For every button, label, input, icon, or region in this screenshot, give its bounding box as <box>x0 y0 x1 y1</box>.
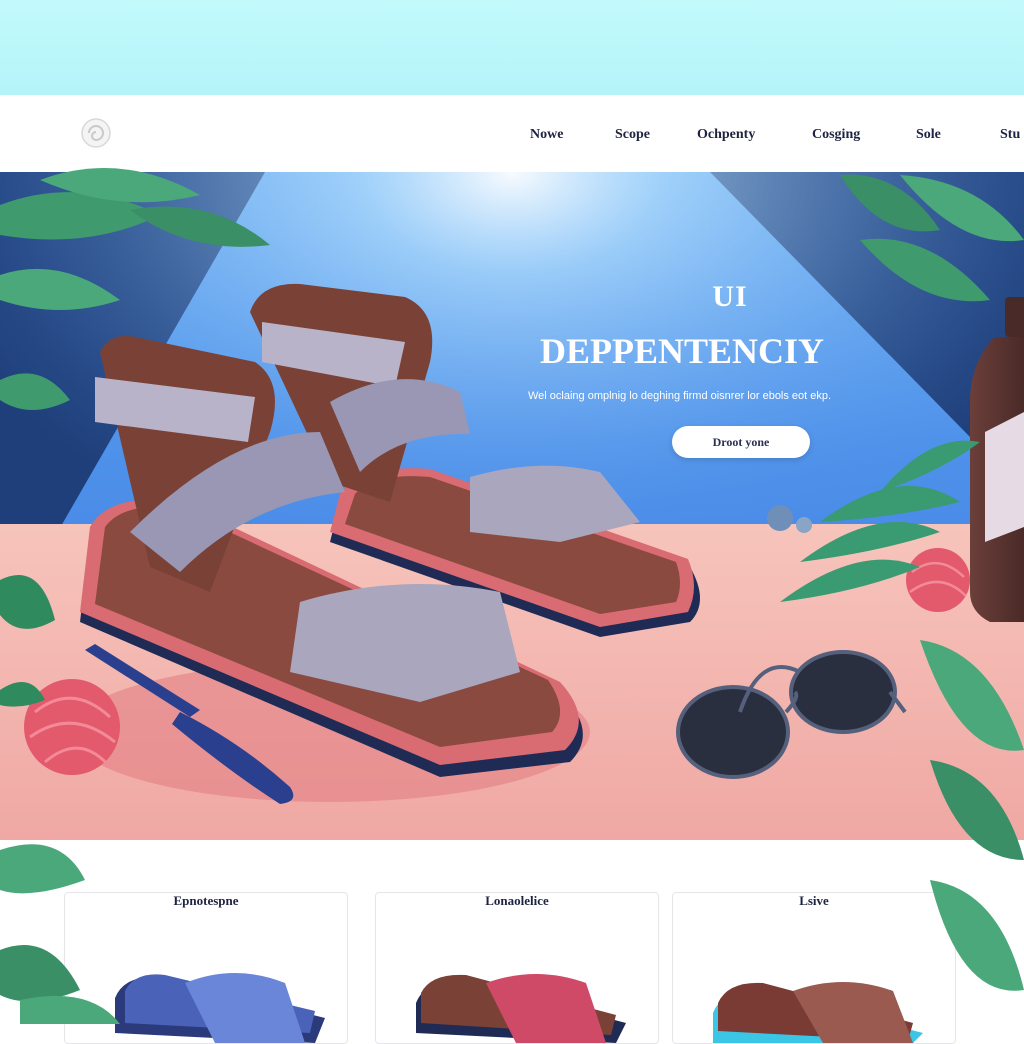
product-card-1[interactable]: Epnotespne <box>64 892 348 1044</box>
product-card-3-label: Lsive <box>799 893 829 908</box>
product-card-3-slide-icon <box>713 982 923 1043</box>
nav-item-2[interactable]: Scope <box>615 127 650 143</box>
hero-cta-button[interactable]: Droot yone <box>672 426 810 458</box>
product-card-2[interactable]: Lonaolelice <box>375 892 659 1044</box>
product-card-1-label: Epnotespne <box>173 893 239 908</box>
product-card-2-label: Lonaolelice <box>485 893 549 908</box>
swirl-logo-icon[interactable] <box>80 117 112 149</box>
navbar: Nowe Scope Ochpenty Cosging Sole Stu <box>0 95 1024 172</box>
nav-item-5[interactable]: Sole <box>916 127 941 143</box>
nav-item-1[interactable]: Nowe <box>530 127 563 143</box>
product-card-1-slide-icon <box>115 973 325 1043</box>
product-card-2-slide-icon <box>416 974 626 1043</box>
hero-illustration <box>0 172 1024 840</box>
yarn-ball-right <box>906 548 970 612</box>
nav-item-4[interactable]: Cosging <box>812 127 860 143</box>
product-card-3[interactable]: Lsive <box>672 892 956 1044</box>
hero-title: DEPPENTENCIY <box>540 331 825 371</box>
top-band <box>0 0 1024 95</box>
nav-item-6[interactable]: Stu <box>1000 127 1020 143</box>
hero-title-small: UI <box>712 280 748 313</box>
hero-subtitle: Wel oclaing omplnig lo deghing firmd ois… <box>528 390 832 402</box>
nav-item-3[interactable]: Ochpenty <box>697 127 755 143</box>
products-section: Epnotespne Lonaolelice Lsive <box>0 840 1024 1044</box>
hero-banner: UI DEPPENTENCIY Wel oclaing omplnig lo d… <box>0 172 1024 840</box>
